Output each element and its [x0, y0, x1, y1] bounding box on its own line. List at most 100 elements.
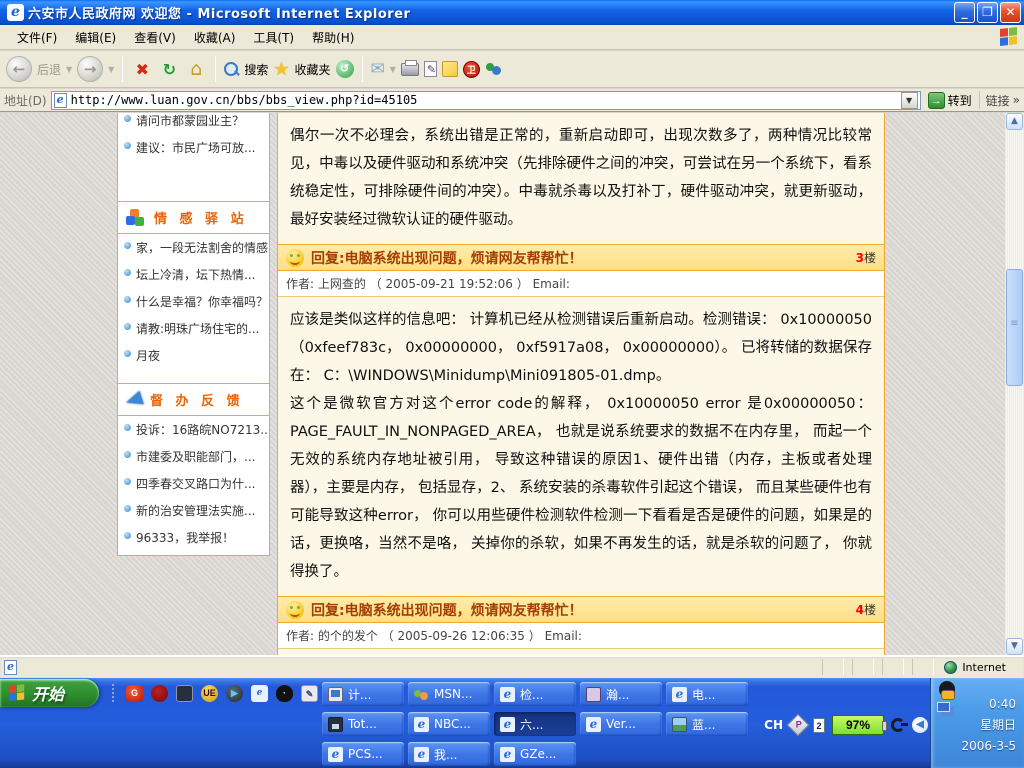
forward-dropdown-icon[interactable]: ▼ — [108, 65, 114, 74]
flashget-icon[interactable]: G — [126, 685, 143, 702]
smiley-icon — [286, 601, 304, 619]
back-dropdown-icon[interactable]: ▼ — [66, 65, 72, 74]
history-button[interactable]: ↺ — [336, 60, 354, 78]
ie-icon[interactable]: e — [251, 685, 268, 702]
sidebar-link[interactable]: 家，一段无法割舍的情感 — [118, 234, 269, 261]
reply-author-floor3: 作者: 上网查的 （ 2005-09-21 19:52:06 ） Email: — [278, 271, 884, 297]
restore-button[interactable]: ❐ — [977, 2, 998, 23]
show-desktop-icon[interactable]: ✎ — [301, 685, 318, 702]
bullet-icon — [124, 350, 131, 357]
home-button[interactable]: ⌂ — [185, 58, 207, 80]
task-button[interactable]: eNBC... — [408, 712, 490, 736]
commander-icon[interactable] — [176, 685, 193, 702]
page-viewport: 请问市都蒙园业主？ 建议：市民广场可放... 情 感 驿 站 家，一段无法割舍的… — [0, 113, 1024, 655]
mail-dropdown-icon[interactable]: ▼ — [390, 65, 396, 74]
start-windows-logo-icon — [9, 684, 25, 702]
ultraedit-icon[interactable]: UE — [201, 685, 218, 702]
menu-tools[interactable]: 工具(T) — [244, 26, 303, 49]
reply-title: 回复:电脑系统出现问题，烦请网友帮帮忙！ — [311, 600, 849, 620]
sidebar-section-supervise: 督 办 反 馈 — [118, 383, 269, 416]
sidebar-link[interactable]: 96333，我举报！ — [118, 524, 269, 551]
scroll-up-button[interactable]: ▲ — [1006, 113, 1023, 130]
menu-favorites[interactable]: 收藏(A) — [185, 26, 245, 49]
input-method-icon[interactable] — [787, 714, 810, 737]
window-title: 六安市人民政府网 欢迎您 - Microsoft Internet Explor… — [28, 3, 410, 22]
address-input[interactable]: http://www.luan.gov.cn/bbs/bbs_view.php?… — [51, 91, 921, 110]
menu-edit[interactable]: 编辑(E) — [66, 26, 125, 49]
sidebar-link[interactable]: 坛上冷清，坛下热情... — [118, 261, 269, 288]
sidebar-link[interactable]: 新的治安管理法实施... — [118, 497, 269, 524]
task-button[interactable]: eGZe... — [494, 742, 576, 766]
favorites-label[interactable]: 收藏夹 — [294, 61, 330, 78]
sidebar-link[interactable]: 投诉：16路皖NO7213... — [118, 416, 269, 443]
sidebar-link[interactable]: 市建委及职能部门，... — [118, 443, 269, 470]
clock-time: 0:40 — [962, 694, 1016, 715]
cubes-icon — [126, 209, 146, 227]
edit-button[interactable] — [424, 61, 437, 77]
bullet-icon — [124, 242, 131, 249]
power-plug-icon[interactable] — [891, 718, 905, 732]
disk-icon — [328, 717, 343, 732]
menu-bar: 文件(F) 编辑(E) 查看(V) 收藏(A) 工具(T) 帮助(H) — [0, 25, 1024, 50]
sidebar-link[interactable]: 四季春交叉路口为什... — [118, 470, 269, 497]
favorites-star-icon[interactable]: ★ — [273, 59, 289, 80]
task-button[interactable]: MSN... — [408, 682, 490, 706]
forward-button[interactable]: → — [77, 56, 103, 82]
sidebar-link[interactable]: 请问市都蒙园业主？ — [118, 113, 269, 134]
task-button[interactable]: 蓝... — [666, 712, 748, 736]
search-icon[interactable] — [224, 62, 239, 77]
messenger-button[interactable] — [485, 61, 502, 78]
task-button[interactable]: 计... — [322, 682, 404, 706]
task-button[interactable]: e电... — [666, 682, 748, 706]
network-monitors-icon[interactable] — [937, 702, 950, 712]
status-page-icon — [4, 660, 17, 675]
vertical-scrollbar[interactable]: ▲ ▼ — [1005, 113, 1024, 655]
sidebar-link[interactable]: 月夜 — [118, 342, 269, 369]
task-button[interactable]: e检... — [494, 682, 576, 706]
tray-collapse-button[interactable]: ◀ — [912, 717, 928, 733]
ie-icon: e — [414, 717, 429, 732]
bullet-icon — [124, 478, 131, 485]
task-button[interactable]: e我... — [408, 742, 490, 766]
links-bar[interactable]: 链接 » — [979, 91, 1020, 109]
start-button[interactable]: 开始 — [0, 679, 99, 707]
task-button[interactable]: 瀚... — [580, 682, 662, 706]
print-button[interactable] — [401, 63, 419, 76]
menu-file[interactable]: 文件(F) — [8, 26, 66, 49]
sidebar-link[interactable]: 请教:明珠广场住宅的... — [118, 315, 269, 342]
back-button[interactable]: ← — [6, 56, 32, 82]
links-chevron-icon[interactable]: » — [1013, 93, 1020, 107]
qq-icon[interactable]: · — [276, 685, 293, 702]
language-indicator[interactable]: CH — [764, 718, 783, 732]
security-app-button[interactable]: 卫 — [463, 61, 480, 78]
clock-date: 2006-3-5 — [962, 736, 1016, 757]
notes-button[interactable] — [442, 61, 458, 77]
battery-indicator[interactable]: 97% — [832, 715, 884, 735]
mail-button[interactable]: ✉ — [371, 59, 385, 79]
task-button[interactable]: ePCS... — [322, 742, 404, 766]
minimize-button[interactable]: _ — [954, 2, 975, 23]
stop-button[interactable]: ✖ — [131, 58, 153, 80]
antivirus-icon[interactable] — [151, 685, 168, 702]
sidebar-link[interactable]: 建议：市民广场可放... — [118, 134, 269, 161]
bullet-icon — [124, 532, 131, 539]
address-dropdown-button[interactable]: ▼ — [901, 92, 918, 109]
desktop: e 六安市人民政府网 欢迎您 - Microsoft Internet Expl… — [0, 0, 1024, 768]
close-button[interactable]: ✕ — [1000, 2, 1021, 23]
search-label[interactable]: 搜索 — [244, 61, 268, 78]
go-button[interactable]: → 转到 — [925, 92, 975, 109]
media-player-icon[interactable]: ▶ — [226, 685, 243, 702]
task-button-active[interactable]: e六... — [494, 712, 576, 736]
notepad-tray-icon[interactable]: 2 — [813, 718, 825, 733]
scroll-thumb[interactable] — [1006, 269, 1023, 386]
refresh-button[interactable]: ↻ — [158, 58, 180, 80]
menu-view[interactable]: 查看(V) — [125, 26, 185, 49]
scroll-down-button[interactable]: ▼ — [1006, 638, 1023, 655]
qq-lock-tray-icon[interactable] — [939, 681, 955, 697]
task-button[interactable]: Tot... — [322, 712, 404, 736]
task-button[interactable]: eVer... — [580, 712, 662, 736]
address-url[interactable]: http://www.luan.gov.cn/bbs/bbs_view.php?… — [71, 93, 901, 107]
menu-help[interactable]: 帮助(H) — [303, 26, 363, 49]
toolbar-grip[interactable] — [111, 683, 115, 703]
sidebar-link[interactable]: 什么是幸福？你幸福吗？ — [118, 288, 269, 315]
